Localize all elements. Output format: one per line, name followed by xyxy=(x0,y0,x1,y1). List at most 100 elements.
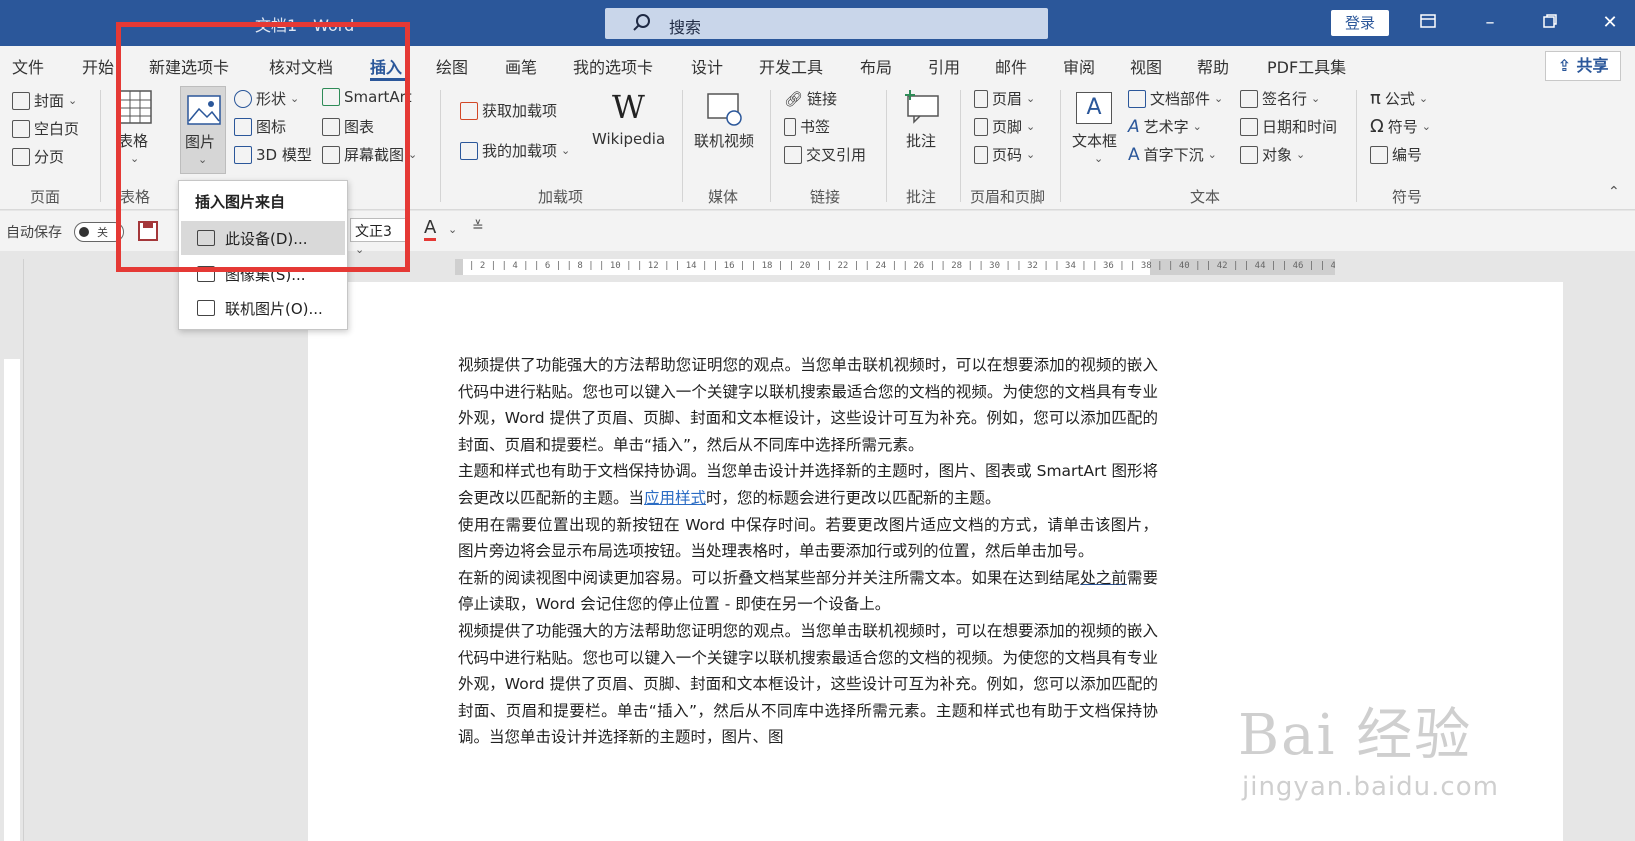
cross-reference-label: 交叉引用 xyxy=(806,146,867,164)
chevron-down-icon: ⌄ xyxy=(1026,148,1036,161)
group-label-media: 媒体 xyxy=(708,188,739,206)
toggle-knob xyxy=(79,227,89,237)
tab-help[interactable]: 帮助 xyxy=(1197,54,1229,78)
separator xyxy=(440,90,441,202)
tab-layout[interactable]: 布局 xyxy=(860,54,892,78)
tab-draw[interactable]: 绘图 xyxy=(436,54,468,78)
chevron-down-icon: ⌄ xyxy=(1418,92,1429,105)
underlined-text: 处之前 xyxy=(1080,568,1127,587)
cross-reference-icon xyxy=(784,145,802,164)
tab-view[interactable]: 视图 xyxy=(1130,54,1162,78)
vertical-ruler[interactable] xyxy=(0,259,24,841)
header-label: 页眉 xyxy=(992,90,1023,108)
wikipedia-icon[interactable]: W xyxy=(612,88,645,126)
chevron-down-icon: ⌄ xyxy=(1026,120,1036,133)
share-icon: ⇪ xyxy=(1557,56,1571,75)
group-label-links: 链接 xyxy=(810,188,841,206)
my-addins-button[interactable]: 我的加载项 ⌄ xyxy=(460,140,570,161)
drop-cap-label: 首字下沉 xyxy=(1143,146,1204,164)
get-addins-button[interactable]: 获取加载项 xyxy=(460,100,557,121)
page-number-button[interactable]: 页码 ⌄ xyxy=(974,144,1035,165)
collapse-ribbon-icon[interactable]: ⌃ xyxy=(1608,184,1620,200)
font-color-icon[interactable]: A xyxy=(424,218,437,241)
online-video-label[interactable]: 联机视频 xyxy=(694,130,754,151)
chevron-down-icon: ⌄ xyxy=(1214,92,1224,105)
separator xyxy=(682,90,683,202)
comment-label[interactable]: 批注 xyxy=(906,130,936,151)
signature-icon xyxy=(1240,89,1258,108)
page-break-button[interactable]: 分页 xyxy=(12,146,64,167)
signature-label: 签名行 xyxy=(1262,90,1308,108)
tab-developer[interactable]: 开发工具 xyxy=(759,54,823,78)
separator xyxy=(886,90,887,202)
minimize-icon[interactable]: – xyxy=(1470,8,1510,38)
chevron-down-icon[interactable]: ⌄ xyxy=(448,223,457,236)
share-button[interactable]: ⇪ 共享 xyxy=(1545,51,1621,81)
search-icon xyxy=(632,13,652,37)
numbering-button[interactable]: 编号 xyxy=(1370,144,1422,165)
bookmark-button[interactable]: 书签 xyxy=(784,116,830,137)
document-body[interactable]: 视频提供了功能强大的方法帮助您证明您的观点。当您单击联机视频时，可以在想要添加的… xyxy=(458,352,1158,751)
textbox-icon[interactable]: A xyxy=(1076,92,1112,124)
numbering-icon xyxy=(1370,145,1388,164)
tab-mailings[interactable]: 邮件 xyxy=(995,54,1027,78)
tab-pdf-tools[interactable]: PDF工具集 xyxy=(1267,54,1346,78)
link-icon: 🔗︎ xyxy=(784,89,804,108)
equation-button[interactable]: π 公式 ⌄ xyxy=(1370,88,1428,109)
bookmark-icon xyxy=(784,117,796,136)
share-label: 共享 xyxy=(1576,56,1609,75)
tab-home[interactable]: 开始 xyxy=(82,54,114,78)
equation-label: 公式 xyxy=(1384,90,1415,108)
apply-styles-link[interactable]: 应用样式 xyxy=(644,489,706,507)
restore-icon[interactable] xyxy=(1530,8,1570,38)
addins-icon xyxy=(460,141,478,160)
vertical-ruler-body xyxy=(4,359,20,841)
blank-page-icon xyxy=(12,119,30,138)
close-icon[interactable]: ✕ xyxy=(1590,8,1630,38)
quick-parts-button[interactable]: 文档部件 ⌄ xyxy=(1128,88,1223,109)
tab-pen[interactable]: 画笔 xyxy=(505,54,537,78)
search-box[interactable]: 搜索 xyxy=(605,8,1048,39)
pi-icon: π xyxy=(1370,88,1381,109)
signature-line-button[interactable]: 签名行 ⌄ xyxy=(1240,88,1320,109)
symbol-button[interactable]: Ω 符号 ⌄ xyxy=(1370,116,1431,137)
cover-page-icon xyxy=(12,91,30,110)
chevron-down-icon: ⌄ xyxy=(1421,120,1431,133)
wikipedia-label[interactable]: Wikipedia xyxy=(592,130,665,148)
tab-design[interactable]: 设计 xyxy=(691,54,723,78)
comment-icon[interactable] xyxy=(904,90,940,128)
tab-review[interactable]: 审阅 xyxy=(1063,54,1095,78)
link-button[interactable]: 🔗︎ 链接 xyxy=(784,88,837,109)
group-label-pages: 页面 xyxy=(30,188,61,206)
object-button[interactable]: 对象 ⌄ xyxy=(1240,144,1305,165)
tab-my-tab[interactable]: 我的选项卡 xyxy=(573,54,653,78)
highlight-box xyxy=(116,22,410,272)
menu-item-label: 联机图片(O)... xyxy=(225,299,323,318)
header-icon xyxy=(974,89,988,108)
date-time-button[interactable]: 日期和时间 xyxy=(1240,116,1337,137)
header-button[interactable]: 页眉 ⌄ xyxy=(974,88,1035,109)
login-button[interactable]: 登录 xyxy=(1331,10,1389,36)
page-break-icon xyxy=(12,147,30,166)
horizontal-ruler[interactable]: | 2 | | 4 | | 6 | | 8 | | 10 | | 12 | | … xyxy=(455,259,1335,275)
tab-references[interactable]: 引用 xyxy=(928,54,960,78)
group-label-header-footer: 页眉和页脚 xyxy=(970,188,1046,206)
drop-cap-button[interactable]: A 首字下沉 ⌄ xyxy=(1128,144,1217,165)
wordart-label: 艺术字 xyxy=(1143,118,1189,136)
footer-button[interactable]: 页脚 ⌄ xyxy=(974,116,1035,137)
blank-page-button[interactable]: 空白页 xyxy=(12,118,79,139)
quick-parts-label: 文档部件 xyxy=(1150,90,1211,108)
tab-file[interactable]: 文件 xyxy=(12,54,44,78)
paragraph: 使用在需要位置出现的新按钮在 Word 中保存时间。若要更改图片适应文档的方式，… xyxy=(458,515,1158,561)
link-label: 链接 xyxy=(807,90,838,108)
menu-item-online-pictures[interactable]: 联机图片(O)... xyxy=(181,291,345,325)
textbox-label[interactable]: 文本框 xyxy=(1072,130,1117,151)
ribbon-display-icon[interactable] xyxy=(1408,8,1448,38)
quick-parts-icon xyxy=(1128,89,1146,108)
numbering-label: 编号 xyxy=(1392,146,1423,164)
cover-page-button[interactable]: 封面 ⌄ xyxy=(12,90,77,111)
online-video-icon[interactable] xyxy=(706,92,744,130)
wordart-button[interactable]: A 艺术字 ⌄ xyxy=(1128,116,1202,137)
customize-toolbar-icon[interactable]: ≚ xyxy=(472,219,484,235)
cross-reference-button[interactable]: 交叉引用 xyxy=(784,144,866,165)
